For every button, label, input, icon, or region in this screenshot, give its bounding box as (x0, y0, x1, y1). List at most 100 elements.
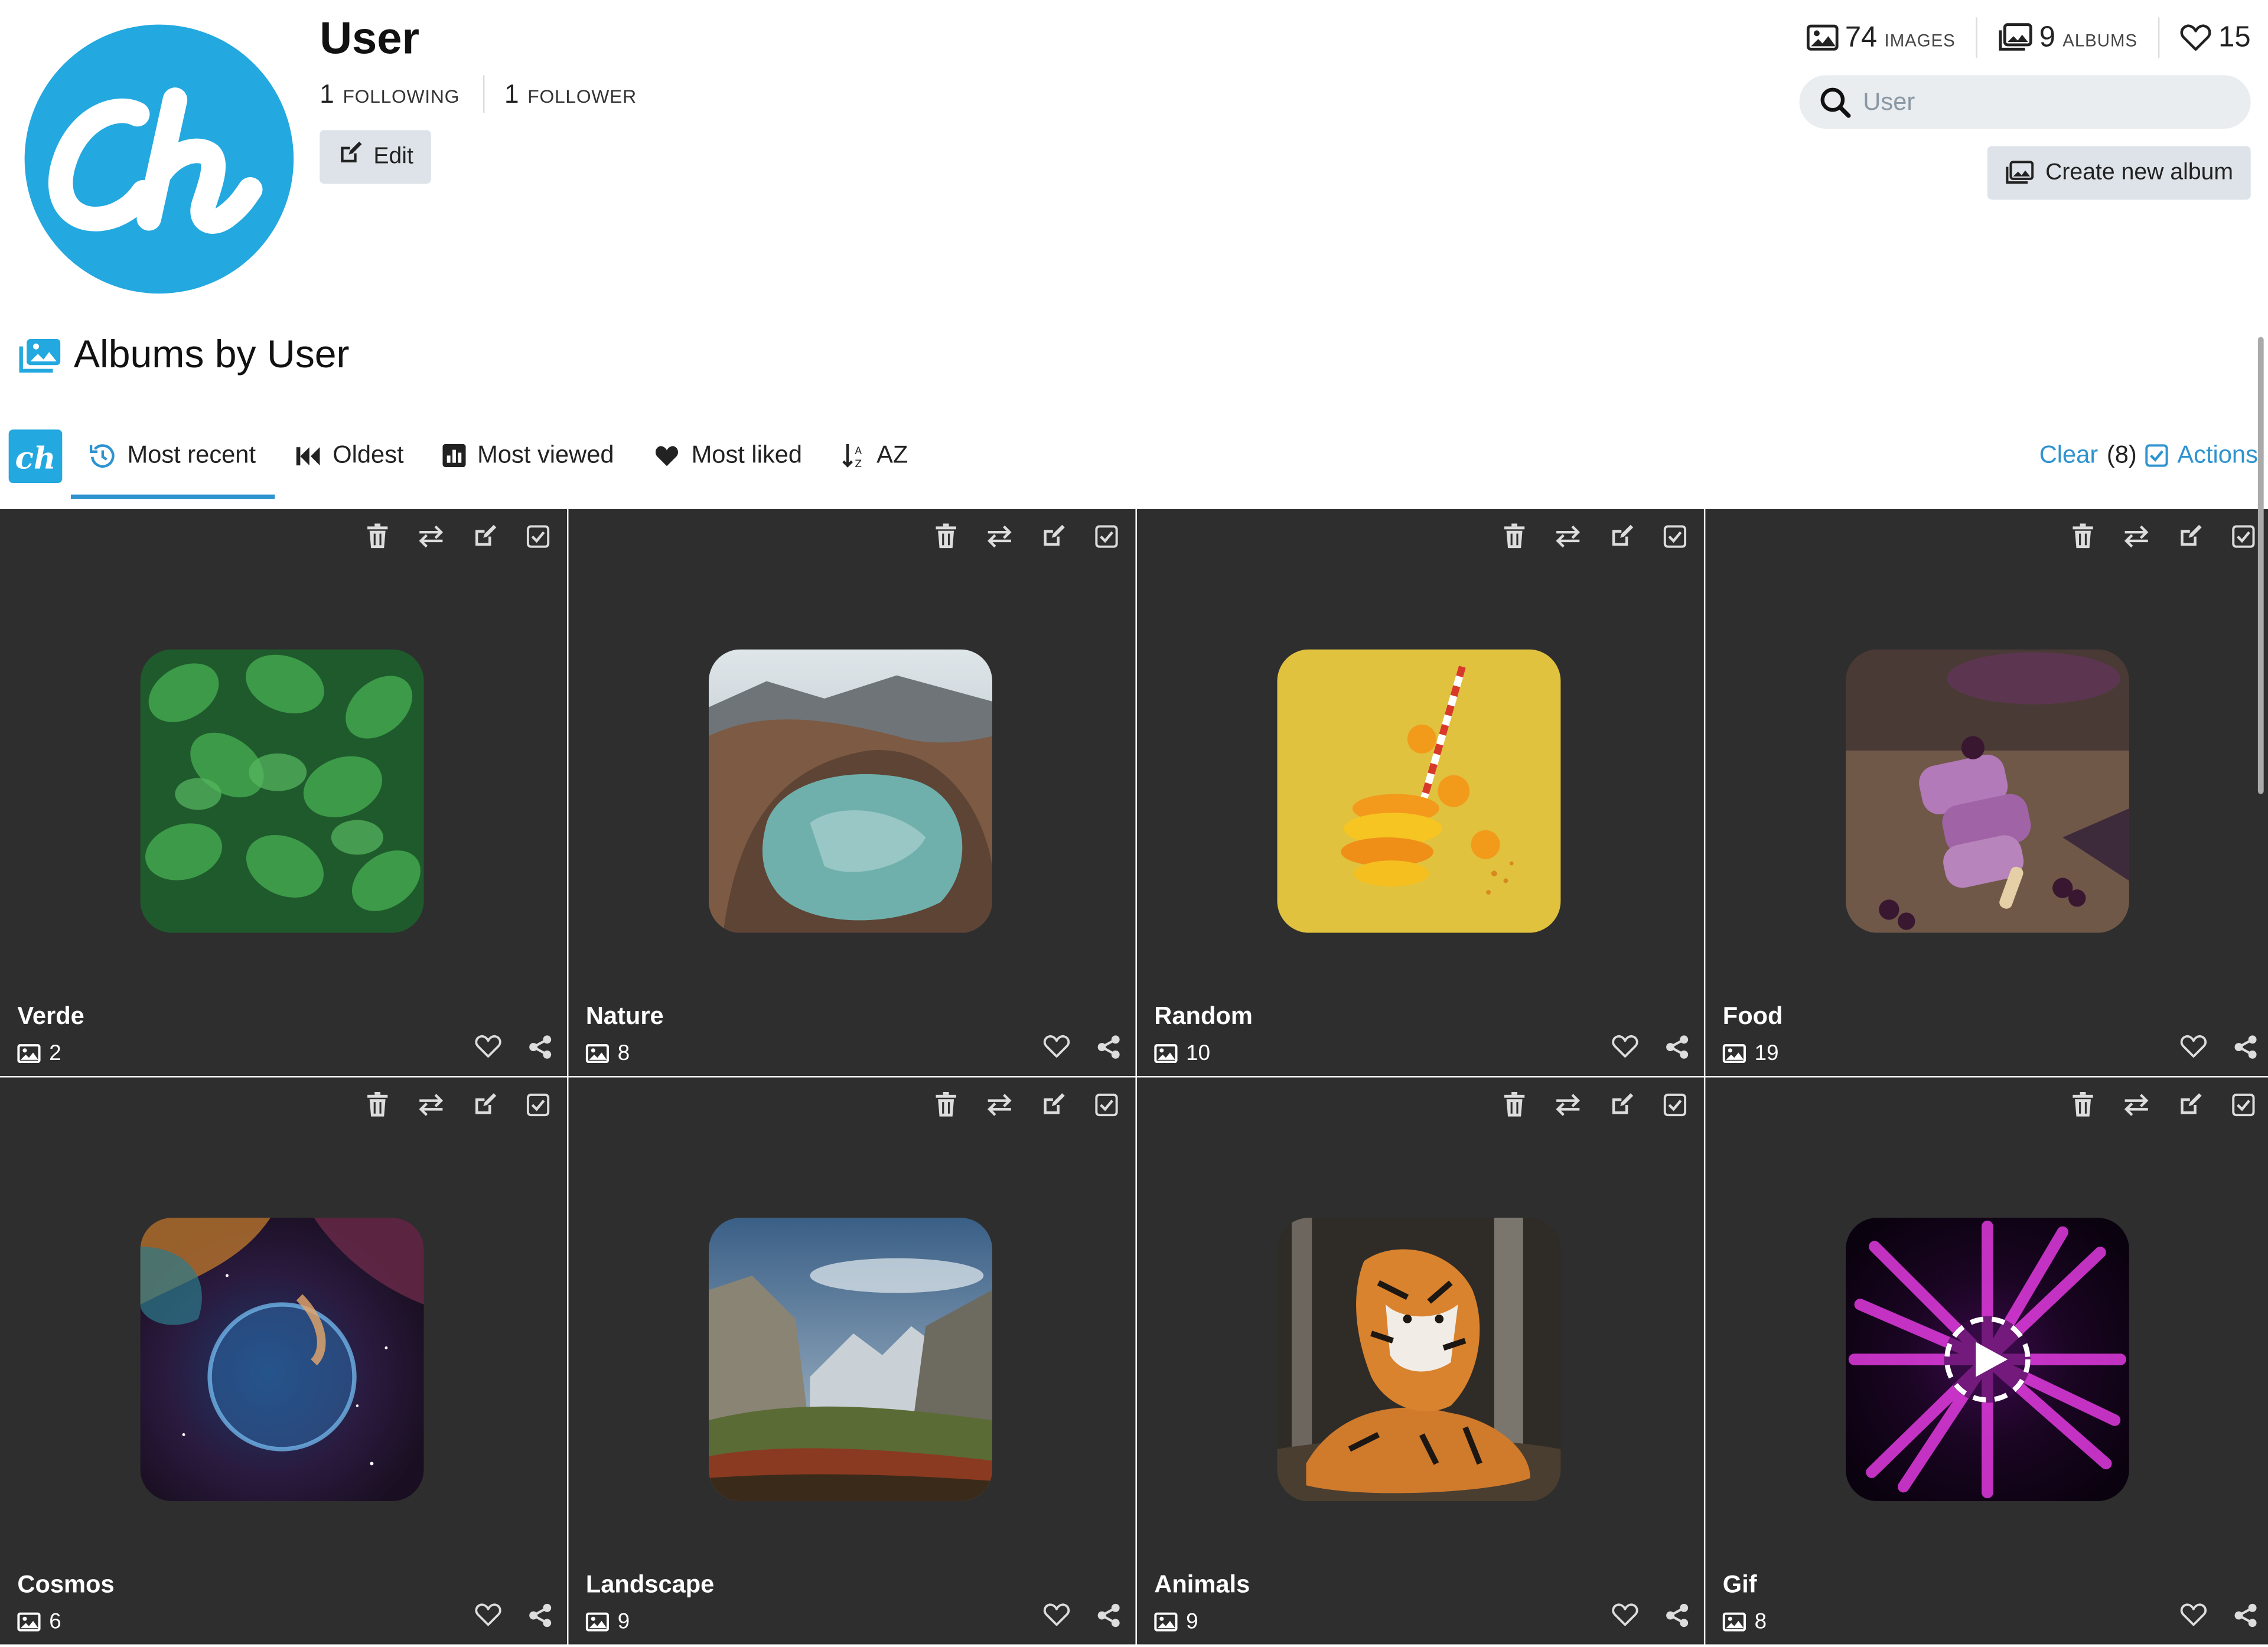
like-icon[interactable] (1043, 1034, 1071, 1067)
like-icon[interactable] (474, 1034, 502, 1067)
move-icon[interactable] (416, 1091, 445, 1120)
edit-icon[interactable] (1607, 1091, 1636, 1120)
edit-icon[interactable] (470, 1091, 499, 1120)
following-link[interactable]: 1 FOLLOWING (320, 79, 460, 109)
select-checkbox-icon[interactable] (1092, 522, 1121, 551)
page-scrollbar[interactable] (2257, 337, 2264, 794)
album-thumbnail[interactable] (709, 649, 993, 933)
albums-icon (1999, 23, 2032, 51)
album-name[interactable]: Gif (1723, 1571, 1757, 1600)
select-checkbox-icon[interactable] (524, 522, 553, 551)
edit-icon[interactable] (1038, 522, 1067, 551)
tab-most-viewed[interactable]: Most viewed (442, 428, 614, 483)
album-name[interactable]: Animals (1154, 1571, 1250, 1600)
delete-icon[interactable] (931, 522, 960, 551)
album-card[interactable]: Food 19 (1705, 509, 2268, 1077)
like-icon[interactable] (2180, 1602, 2208, 1635)
tab-most-liked[interactable]: Most liked (654, 428, 802, 483)
album-name[interactable]: Verde (17, 1002, 84, 1031)
image-icon (1722, 1612, 1746, 1632)
select-checkbox-icon[interactable] (1660, 522, 1689, 551)
albums-stat[interactable]: 9 ALBUMS (1997, 21, 2137, 54)
albums-label: ALBUMS (2062, 30, 2138, 50)
move-icon[interactable] (985, 522, 1014, 551)
album-tools (1500, 522, 1690, 551)
search-box[interactable] (1799, 75, 2251, 129)
album-card[interactable]: Random 10 (1136, 509, 1704, 1077)
like-icon[interactable] (474, 1602, 502, 1635)
album-name[interactable]: Cosmos (17, 1571, 114, 1600)
like-icon[interactable] (2180, 1034, 2208, 1067)
move-icon[interactable] (2122, 1091, 2151, 1120)
edit-icon[interactable] (1607, 522, 1636, 551)
share-icon[interactable] (1096, 1034, 1121, 1067)
album-thumbnail[interactable] (140, 649, 424, 933)
profile-username: User (320, 13, 420, 64)
move-icon[interactable] (1553, 522, 1582, 551)
select-checkbox-icon[interactable] (2229, 1091, 2258, 1120)
album-thumbnail[interactable] (1277, 649, 1561, 933)
edit-icon[interactable] (2175, 522, 2204, 551)
album-thumbnail[interactable] (1845, 649, 2129, 933)
album-card[interactable]: Cosmos 6 (0, 1077, 568, 1645)
move-icon[interactable] (985, 1091, 1014, 1120)
images-stat[interactable]: 74 IMAGES (1806, 21, 1956, 54)
like-icon[interactable] (1611, 1602, 1639, 1635)
share-icon[interactable] (2233, 1034, 2258, 1067)
create-album-button[interactable]: Create new album (1987, 146, 2251, 200)
tab-oldest[interactable]: Oldest (295, 428, 404, 483)
delete-icon[interactable] (1500, 522, 1529, 551)
album-thumbnail[interactable] (1845, 1218, 2129, 1502)
like-icon[interactable] (1043, 1602, 1071, 1635)
chevereto-logo-icon[interactable]: ch (8, 429, 63, 483)
delete-icon[interactable] (2068, 522, 2097, 551)
edit-icon[interactable] (2175, 1091, 2204, 1120)
album-name[interactable]: Nature (586, 1002, 664, 1031)
select-checkbox-icon[interactable] (1660, 1091, 1689, 1120)
move-icon[interactable] (2122, 522, 2151, 551)
album-thumbnail[interactable] (140, 1218, 424, 1502)
album-card[interactable]: Landscape 9 (568, 1077, 1136, 1645)
followers-link[interactable]: 1 FOLLOWER (504, 79, 637, 109)
album-name[interactable]: Random (1154, 1002, 1253, 1031)
clear-selection-link[interactable]: Clear (2039, 441, 2098, 470)
album-card[interactable]: Verde 2 (0, 509, 568, 1077)
share-icon[interactable] (2233, 1602, 2258, 1635)
edit-icon[interactable] (1038, 1091, 1067, 1120)
share-icon[interactable] (528, 1602, 553, 1635)
move-icon[interactable] (1553, 1091, 1582, 1120)
delete-icon[interactable] (363, 1091, 392, 1120)
album-name[interactable]: Food (1723, 1002, 1783, 1031)
move-icon[interactable] (416, 522, 445, 551)
like-icon[interactable] (1611, 1034, 1639, 1067)
share-icon[interactable] (528, 1034, 553, 1067)
select-checkbox-icon[interactable] (1092, 1091, 1121, 1120)
likes-stat[interactable]: 15 (2179, 21, 2251, 54)
delete-icon[interactable] (931, 1091, 960, 1120)
album-card[interactable]: Animals 9 (1136, 1077, 1704, 1645)
share-icon[interactable] (1665, 1602, 1690, 1635)
profile-avatar[interactable] (24, 24, 294, 294)
edit-icon[interactable] (470, 522, 499, 551)
delete-icon[interactable] (2068, 1091, 2097, 1120)
album-thumbnail[interactable] (709, 1218, 993, 1502)
images-label: IMAGES (1884, 30, 1956, 50)
followers-count: 1 (504, 79, 519, 108)
album-name[interactable]: Landscape (586, 1571, 715, 1600)
edit-profile-button[interactable]: Edit (320, 130, 431, 184)
tab-az[interactable]: AZ AZ (842, 428, 908, 483)
select-checkbox-icon[interactable] (524, 1091, 553, 1120)
search-input[interactable] (1860, 86, 2213, 118)
album-image-count: 8 (1722, 1610, 1767, 1634)
album-card[interactable]: Nature 8 (568, 509, 1136, 1077)
tab-most-recent[interactable]: Most recent (89, 428, 256, 483)
select-checkbox-icon[interactable] (2229, 522, 2258, 551)
delete-icon[interactable] (363, 522, 392, 551)
actions-menu-link[interactable]: Actions (2177, 441, 2258, 470)
album-grid: Verde 2 Nature 8 Random 10 Food 19 Cosmo… (0, 509, 2268, 1645)
album-thumbnail[interactable] (1277, 1218, 1561, 1502)
share-icon[interactable] (1665, 1034, 1690, 1067)
delete-icon[interactable] (1500, 1091, 1529, 1120)
album-card[interactable]: Gif 8 (1705, 1077, 2268, 1645)
share-icon[interactable] (1096, 1602, 1121, 1635)
